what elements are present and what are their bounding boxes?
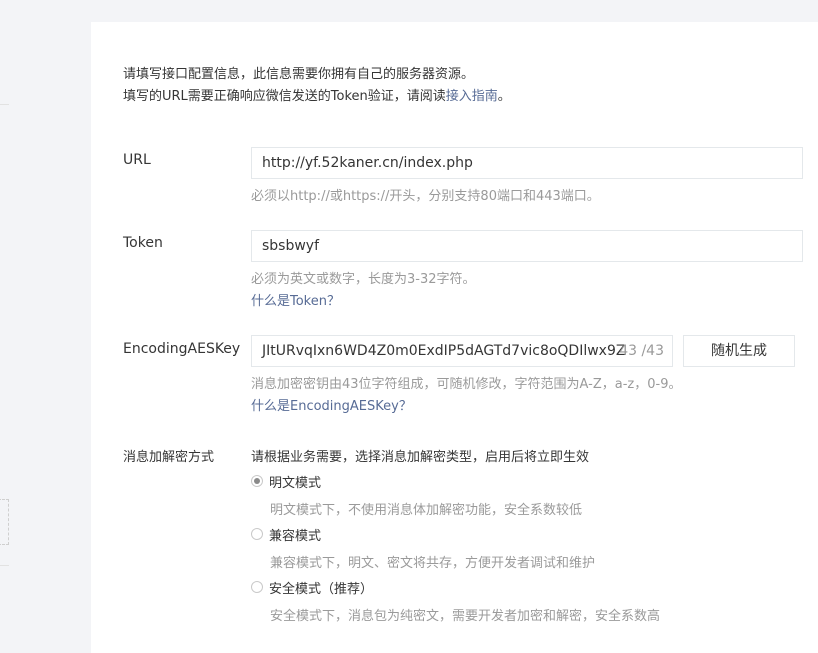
aeskey-tip: 消息加密密钥由43位字符组成，可随机修改，字符范围为A-Z，a-z，0-9。	[251, 377, 682, 392]
encrypt-mode-description: 请根据业务需要，选择消息加解密类型，启用后将立即生效	[251, 450, 590, 465]
radio-safe-mode[interactable]: 安全模式（推荐）	[251, 577, 373, 597]
radio-label: 安全模式（推荐）	[269, 581, 374, 597]
left-sidebar-strip	[0, 0, 91, 653]
aeskey-input[interactable]: JItURvqIxn6WD4Z0m0ExdIP5dAGTd7vic8oQDIlw…	[251, 335, 673, 367]
intro-line-2-suffix: 。	[497, 89, 511, 104]
sidebar-divider	[0, 104, 9, 105]
radio-button-checked[interactable]	[251, 475, 263, 487]
url-input[interactable]: http://yf.52kaner.cn/index.php	[251, 147, 803, 179]
intro-line-2-prefix: 填写的URL需要正确响应微信发送的Token验证，请阅读	[123, 89, 446, 104]
radio-compatible-mode[interactable]: 兼容模式	[251, 524, 321, 544]
aeskey-value: JItURvqIxn6WD4Z0m0ExdIP5dAGTd7vic8oQDIlw…	[262, 343, 626, 359]
radio-description: 兼容模式下，明文、密文将共存，方便开发者调试和维护	[270, 556, 596, 571]
radio-button[interactable]	[251, 581, 263, 593]
radio-label: 兼容模式	[269, 528, 322, 544]
random-generate-button[interactable]: 随机生成	[683, 335, 795, 367]
radio-button[interactable]	[251, 528, 263, 540]
token-input[interactable]: sbsbwyf	[251, 230, 803, 262]
token-tip: 必须为英文或数字，长度为3-32字符。	[251, 272, 476, 287]
encrypt-mode-label: 消息加解密方式	[123, 450, 215, 465]
sidebar-divider	[0, 565, 9, 566]
intro-line-1: 请填写接口配置信息，此信息需要你拥有自己的服务器资源。	[123, 67, 475, 82]
what-is-aeskey-link[interactable]: 什么是EncodingAESKey？	[251, 395, 412, 414]
aeskey-char-counter: 43 /43	[619, 343, 664, 359]
server-config-panel: 请填写接口配置信息，此信息需要你拥有自己的服务器资源。 填写的URL需要正确响应…	[91, 22, 818, 653]
sidebar-dashed-box	[0, 499, 9, 545]
radio-description: 安全模式下，消息包为纯密文，需要开发者加密和解密，安全系数高	[270, 609, 661, 624]
radio-description: 明文模式下，不使用消息体加解密功能，安全系数较低	[270, 503, 583, 518]
aeskey-label: EncodingAESKey	[123, 341, 241, 357]
what-is-token-link[interactable]: 什么是Token？	[251, 290, 340, 309]
token-label: Token	[123, 235, 163, 251]
access-guide-link[interactable]: 接入指南	[446, 89, 498, 104]
radio-label: 明文模式	[269, 475, 322, 491]
radio-plaintext-mode[interactable]: 明文模式	[251, 471, 321, 491]
url-tip: 必须以http://或https://开头，分别支持80端口和443端口。	[251, 189, 600, 204]
url-label: URL	[123, 152, 151, 168]
intro-text: 请填写接口配置信息，此信息需要你拥有自己的服务器资源。 填写的URL需要正确响应…	[123, 64, 511, 108]
intro-line-2: 填写的URL需要正确响应微信发送的Token验证，请阅读接入指南。	[123, 86, 511, 108]
